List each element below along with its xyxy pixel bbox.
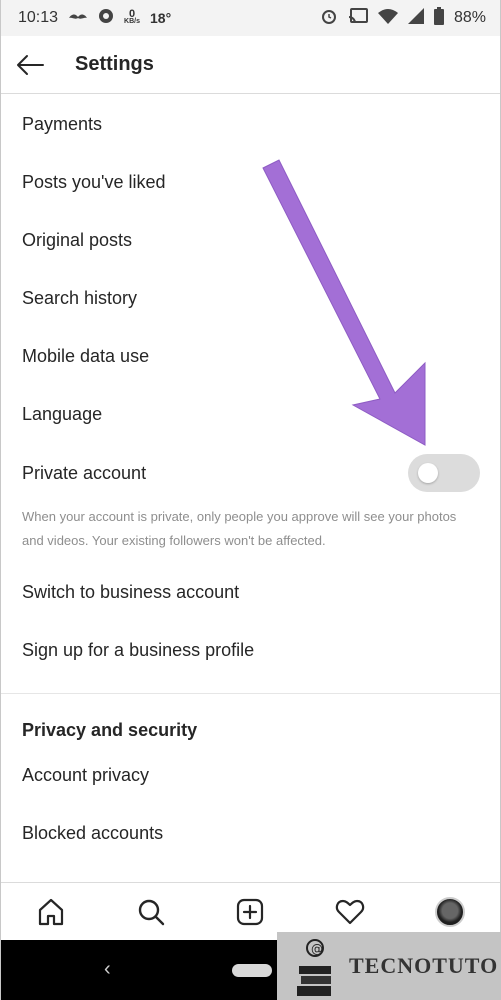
watermark-logo-icon: @: [297, 939, 331, 996]
mustache-icon: [68, 9, 88, 27]
settings-item-account-privacy[interactable]: Account privacy: [1, 746, 500, 804]
page-title: Settings: [75, 53, 154, 75]
svg-text:@: @: [311, 942, 323, 956]
settings-list: Payments Posts you've liked Original pos…: [1, 95, 500, 862]
alarm-icon: [320, 7, 338, 30]
nav-profile[interactable]: [430, 892, 470, 932]
section-header-privacy: Privacy and security: [22, 720, 198, 740]
system-back-icon[interactable]: ‹: [104, 958, 111, 981]
wifi-icon: [377, 8, 398, 29]
signal-icon: [407, 7, 424, 29]
settings-item-language[interactable]: Language: [1, 385, 500, 443]
settings-item-posts-liked[interactable]: Posts you've liked: [1, 153, 500, 211]
search-icon: [138, 899, 164, 925]
status-time: 10:13: [18, 9, 59, 26]
nav-search[interactable]: [131, 892, 171, 932]
battery-percent: 88%: [453, 9, 486, 26]
status-temperature: 18°: [150, 10, 172, 26]
settings-item-mobile-data-use[interactable]: Mobile data use: [1, 327, 500, 385]
home-icon: [38, 898, 63, 925]
settings-item-business-profile[interactable]: Sign up for a business profile: [1, 621, 500, 679]
nav-new-post[interactable]: [230, 892, 270, 932]
status-bar: 10:13 0 KB/s 18° 88%: [1, 0, 500, 36]
cast-icon: [348, 7, 368, 29]
network-speed: 0 KB/s: [124, 8, 140, 26]
system-home-button[interactable]: [232, 964, 272, 977]
settings-item-private-account[interactable]: Private account: [1, 443, 500, 503]
nav-activity[interactable]: [330, 892, 370, 932]
settings-item-search-history[interactable]: Search history: [1, 269, 500, 327]
watermark-text: TECNOTUTO: [349, 953, 499, 978]
settings-item-switch-business[interactable]: Switch to business account: [1, 563, 500, 621]
battery-icon: [433, 6, 444, 30]
aperture-icon: [98, 8, 114, 29]
private-account-toggle[interactable]: [408, 454, 480, 492]
settings-item-blocked-accounts[interactable]: Blocked accounts: [1, 804, 500, 862]
settings-item-payments[interactable]: Payments: [1, 95, 500, 153]
plus-square-icon: [237, 898, 264, 925]
toggle-knob: [418, 463, 438, 483]
watermark: @ TECNOTUTO: [277, 932, 501, 1000]
back-button[interactable]: [15, 50, 45, 80]
settings-item-original-posts[interactable]: Original posts: [1, 211, 500, 269]
private-account-hint: When your account is private, only peopl…: [22, 509, 457, 548]
heart-icon: [336, 899, 365, 924]
arrow-left-icon: [17, 54, 44, 75]
nav-home[interactable]: [31, 892, 71, 932]
avatar: [435, 896, 466, 927]
private-account-label: Private account: [22, 462, 147, 483]
app-header: Settings: [1, 36, 500, 94]
